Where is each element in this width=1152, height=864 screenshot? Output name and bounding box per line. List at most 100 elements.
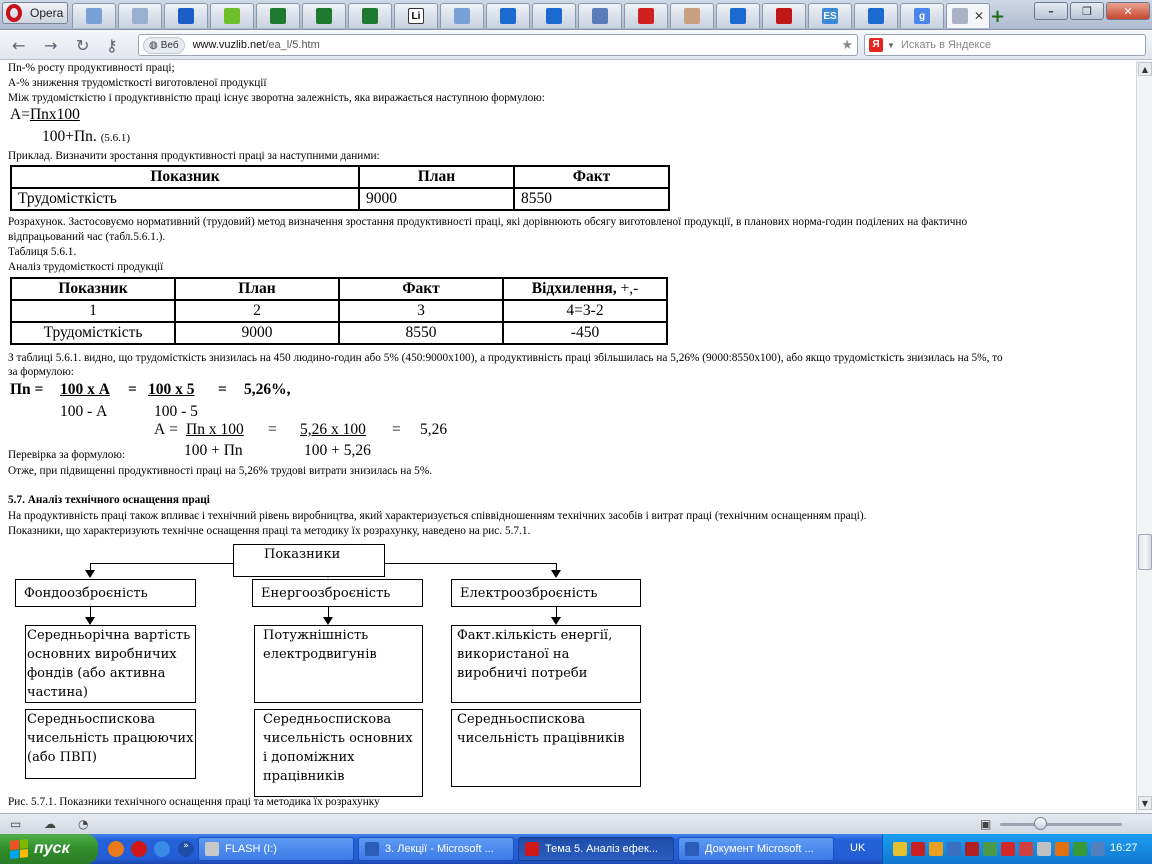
- browser-tab[interactable]: [440, 3, 484, 28]
- browser-tab[interactable]: ✕: [946, 3, 990, 28]
- conclusion-line: Отже, при підвищенні продуктивності прац…: [8, 465, 433, 477]
- search-input[interactable]: Я ▼ Искать в Яндексе: [864, 34, 1146, 56]
- panel-toggle-icon[interactable]: ▭: [10, 817, 21, 831]
- tray-icon[interactable]: [1001, 842, 1015, 856]
- table-cell: 3: [338, 299, 504, 323]
- table-header-cell: Показник: [10, 277, 176, 301]
- formula-2-eq-2: =: [218, 381, 227, 398]
- browser-tab[interactable]: [118, 3, 162, 28]
- app-icon: [685, 842, 699, 856]
- tray-icon[interactable]: [911, 842, 925, 856]
- zoom-slider-knob[interactable]: [1034, 817, 1047, 830]
- diagram-box-fondo-title: Фондоозброєність: [15, 579, 196, 607]
- tray-icon[interactable]: [983, 842, 997, 856]
- back-icon[interactable]: ←: [12, 36, 25, 55]
- formula-3-den-2: 100 + 5,26: [304, 442, 371, 459]
- formula-3-den-1: 100 + Пn: [184, 442, 243, 459]
- tray-icon[interactable]: [1055, 842, 1069, 856]
- taskbar-button-label: FLASH (I:): [225, 843, 277, 855]
- opera-icon[interactable]: [131, 841, 147, 857]
- maximize-button[interactable]: ❐: [1070, 2, 1104, 20]
- taskbar-button[interactable]: Тема 5. Аналіз ефек...: [518, 837, 674, 861]
- address-field[interactable]: ◍ Веб www.vuzlib.net/ea_l/5.htm ★: [138, 34, 858, 56]
- text-line: А-% зниження трудомісткості виготовленої…: [8, 77, 267, 89]
- scroll-thumb[interactable]: [1138, 534, 1152, 570]
- browser-tab[interactable]: [532, 3, 576, 28]
- opera-menu-button[interactable]: Opera: [2, 2, 68, 24]
- browser-tab[interactable]: [72, 3, 116, 28]
- arrow-down-icon: [551, 617, 561, 625]
- browser-tab[interactable]: [302, 3, 346, 28]
- browser-tab[interactable]: [210, 3, 254, 28]
- minimize-button[interactable]: –: [1034, 2, 1068, 20]
- shield-icon[interactable]: [929, 842, 943, 856]
- taskbar-button[interactable]: Документ Microsoft ...: [678, 837, 834, 861]
- excel-icon: [316, 8, 332, 24]
- close-window-button[interactable]: ✕: [1106, 2, 1150, 20]
- browser-tab[interactable]: Li: [394, 3, 438, 28]
- forward-icon[interactable]: →: [44, 36, 57, 55]
- bookmark-star-icon[interactable]: ★: [841, 37, 853, 53]
- taskbar-button[interactable]: 3. Лекції - Microsoft ...: [358, 837, 514, 861]
- reload-icon[interactable]: ↻: [76, 36, 89, 55]
- table-cell: 1: [10, 299, 176, 323]
- text-line: відпрацьований час (табл.5.6.1.).: [8, 231, 166, 243]
- tray-icon[interactable]: [947, 842, 961, 856]
- chevron-down-icon[interactable]: ▼: [887, 41, 895, 50]
- tray-icon[interactable]: [1073, 842, 1087, 856]
- es-icon: ES: [822, 8, 838, 24]
- start-button[interactable]: пуск: [0, 834, 98, 864]
- cloud-icon[interactable]: ☁: [44, 817, 56, 831]
- upload-icon: [546, 8, 562, 24]
- formula-3-lhs: А =: [154, 421, 178, 438]
- browser-tab[interactable]: [486, 3, 530, 28]
- browser-tab[interactable]: g: [900, 3, 944, 28]
- firefox-icon[interactable]: [108, 841, 124, 857]
- close-tab-icon[interactable]: ✕: [974, 9, 984, 23]
- ie-icon[interactable]: [154, 841, 170, 857]
- browser-tab[interactable]: [164, 3, 208, 28]
- browser-tab[interactable]: [256, 3, 300, 28]
- browser-tab[interactable]: [578, 3, 622, 28]
- windows-taskbar: пуск » FLASH (I:) 3. Лекції - Microsoft .…: [0, 834, 1152, 864]
- speed-dial-icon[interactable]: ◔: [78, 817, 88, 831]
- vertical-scrollbar[interactable]: ▲ ▼: [1136, 61, 1152, 813]
- browser-tab[interactable]: [348, 3, 392, 28]
- browser-tab[interactable]: [670, 3, 714, 28]
- web-badge[interactable]: ◍ Веб: [143, 36, 185, 54]
- expand-arrow-icon[interactable]: »: [178, 841, 194, 857]
- browser-tab[interactable]: [854, 3, 898, 28]
- tray-icon[interactable]: [1019, 842, 1033, 856]
- document-icon: [592, 8, 608, 24]
- browser-tab[interactable]: [716, 3, 760, 28]
- excel-icon: [362, 8, 378, 24]
- volume-icon[interactable]: [1037, 842, 1051, 856]
- tray-icon[interactable]: [965, 842, 979, 856]
- browser-tab[interactable]: [762, 3, 806, 28]
- key-icon[interactable]: ⚷: [106, 36, 118, 55]
- browser-tab[interactable]: ES: [808, 3, 852, 28]
- zoom-slider[interactable]: [1000, 823, 1122, 826]
- table-2: Показник План Факт Відхилення, +,- 1 2 3…: [10, 277, 668, 345]
- diagram-box-energo-top: Потужнішність електродвигунів: [254, 625, 423, 703]
- browser-tab[interactable]: [624, 3, 668, 28]
- table-cell: 8550: [338, 321, 504, 345]
- scroll-down-icon[interactable]: ▼: [1138, 796, 1152, 810]
- network-icon[interactable]: [1091, 842, 1105, 856]
- formula-3-num-2: 5,26 х 100: [300, 421, 366, 438]
- upload-icon: [868, 8, 884, 24]
- new-tab-button[interactable]: +: [990, 6, 1005, 27]
- taskbar-button[interactable]: FLASH (I:): [198, 837, 354, 861]
- table-cell: 4=3-2: [502, 299, 668, 323]
- windows-logo-icon: [10, 839, 28, 859]
- upload-icon: [500, 8, 516, 24]
- scroll-up-icon[interactable]: ▲: [1138, 62, 1152, 76]
- connector-line: [328, 607, 329, 617]
- example-line: Приклад. Визначити зростання продуктивно…: [8, 150, 380, 162]
- tray-icon[interactable]: [893, 842, 907, 856]
- language-indicator[interactable]: UK: [850, 842, 865, 854]
- excel-icon: [270, 8, 286, 24]
- view-icon[interactable]: ▣: [980, 817, 991, 831]
- table-header-row: Показник План Факт: [10, 165, 670, 189]
- search-placeholder: Искать в Яндексе: [900, 39, 992, 51]
